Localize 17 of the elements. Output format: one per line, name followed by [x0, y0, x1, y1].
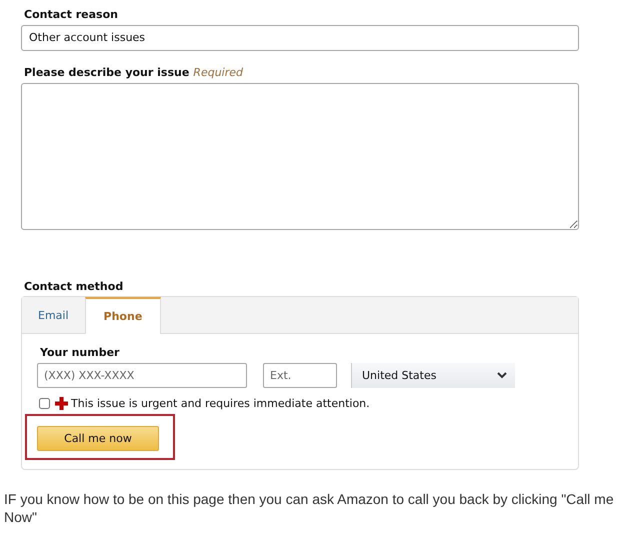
required-note: Required	[193, 66, 243, 79]
chevron-down-icon	[497, 372, 507, 379]
call-me-now-button[interactable]: Call me now	[37, 426, 159, 451]
phone-number-field[interactable]: (XXX) XXX-XXXX	[37, 363, 247, 388]
tab[interactable]: Email	[22, 297, 85, 333]
field-label: Your number	[40, 346, 120, 359]
cross-icon	[55, 397, 68, 410]
caption-text: IF you know how to be on this page then you can ask Amazon to call you back by clicking "Call me Now"	[4, 490, 615, 526]
tab[interactable]: Phone	[84, 297, 162, 334]
field-label: Please describe your issue	[24, 66, 190, 79]
urgent-label: This issue is urgent and requires immediate attention.	[71, 397, 370, 410]
field-label: Contact method	[24, 280, 124, 293]
country-dropdown[interactable]: United States	[351, 363, 515, 388]
extension-field[interactable]: Ext.	[263, 363, 337, 388]
field-label: Contact reason	[24, 8, 118, 21]
urgent-checkbox[interactable]	[39, 398, 50, 409]
contact-reason-field[interactable]: Other account issues	[21, 25, 579, 51]
